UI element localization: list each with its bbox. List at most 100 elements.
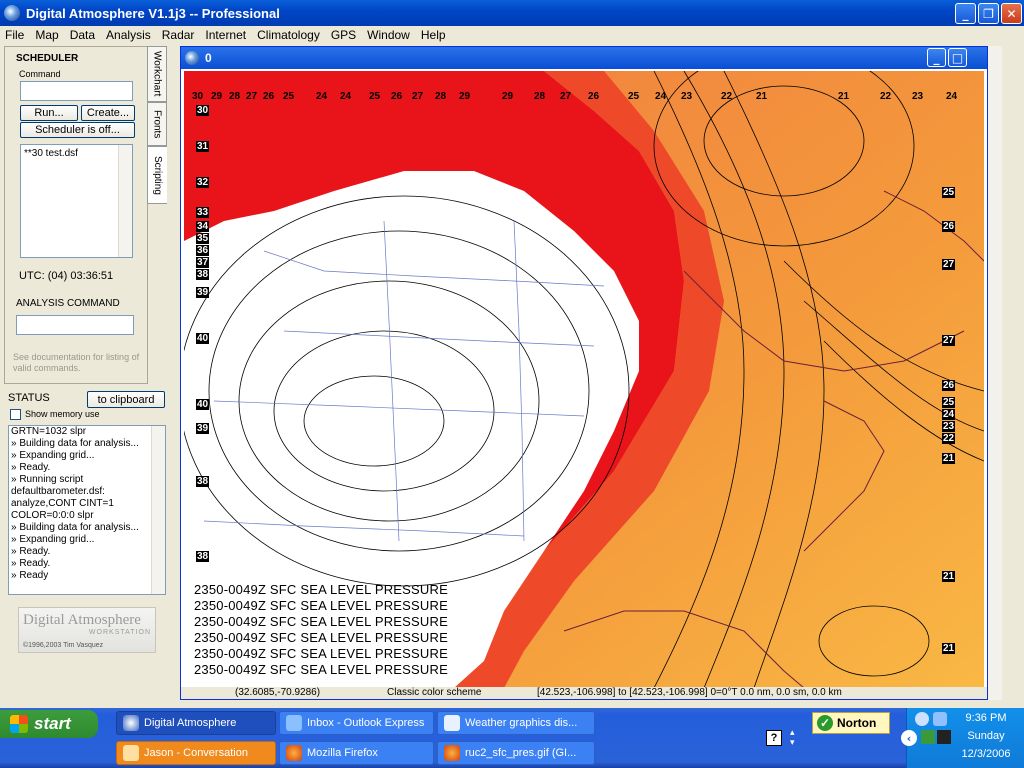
task-weather-graphics[interactable]: Weather graphics dis... <box>437 711 595 735</box>
contour-label: 29 <box>459 91 471 102</box>
analysis-header: ANALYSIS COMMAND <box>16 298 120 309</box>
contour-label: 25 <box>942 187 956 198</box>
contour-label: 24 <box>340 91 352 102</box>
help-icon[interactable]: ? <box>766 730 782 746</box>
copy-to-clipboard-button[interactable]: to clipboard <box>87 391 165 408</box>
contour-label: 38 <box>196 269 210 280</box>
network-icon[interactable] <box>915 712 929 726</box>
contour-label: 35 <box>196 233 210 244</box>
log-line: GRTN=1032 slpr <box>11 426 87 437</box>
map-window: 0 _ □ 30 29 28 27 26 25 24 24 25 26 27 2… <box>180 46 988 700</box>
minimize-button[interactable]: _ <box>955 3 976 24</box>
script-list[interactable]: **30 test.dsf <box>20 144 133 258</box>
people-icon[interactable] <box>933 712 947 726</box>
create-button[interactable]: Create... <box>81 105 135 121</box>
contour-label: 26 <box>391 91 403 102</box>
weather-map[interactable]: 30 29 28 27 26 25 24 24 25 26 27 28 29 2… <box>184 71 984 688</box>
contour-label: 25 <box>283 91 295 102</box>
task-jason-conversation[interactable]: Jason - Conversation <box>116 741 276 765</box>
log-line: » Building data for analysis... <box>11 522 139 533</box>
show-memory-label: Show memory use <box>25 409 100 419</box>
color-scheme: Classic color scheme <box>387 687 482 698</box>
logo-name: Digital Atmosphere <box>23 612 141 628</box>
contour-label: 25 <box>942 397 956 408</box>
contour-label: 28 <box>534 91 546 102</box>
windows-taskbar: start Digital Atmosphere Inbox - Outlook… <box>0 708 1024 768</box>
contour-label: 30 <box>196 105 210 116</box>
show-memory-checkbox[interactable] <box>10 409 21 420</box>
contour-label: 23 <box>942 421 956 432</box>
contour-label: 34 <box>196 221 210 232</box>
run-button[interactable]: Run... <box>20 105 78 121</box>
norton-tray-button[interactable]: ✓ Norton <box>812 712 890 734</box>
restore-button[interactable]: ❐ <box>978 3 999 24</box>
contour-label: 40 <box>196 399 210 410</box>
map-title-line: 2350-0049Z SFC SEA LEVEL PRESSURE <box>194 646 448 661</box>
contour-label: 27 <box>942 335 956 346</box>
contour-label: 27 <box>942 259 956 270</box>
tab-fronts[interactable]: Fronts <box>147 102 167 146</box>
menu-data[interactable]: Data <box>65 28 101 42</box>
start-button[interactable]: start <box>0 710 98 738</box>
windows-flag-icon <box>10 715 28 733</box>
menu-window[interactable]: Window <box>362 28 416 42</box>
system-tray: ‹ 9:36 PM Sunday 12/3/2006 <box>901 708 1024 768</box>
status-log[interactable]: GRTN=1032 slpr » Building data for analy… <box>8 425 166 595</box>
log-line: analyze,CONT CINT=1 <box>11 498 114 509</box>
task-mozilla-firefox[interactable]: Mozilla Firefox <box>279 741 434 765</box>
contour-label: 27 <box>412 91 424 102</box>
contour-label: 39 <box>196 287 210 298</box>
tab-scripting[interactable]: Scripting <box>147 146 167 204</box>
contour-label: 26 <box>942 380 956 391</box>
contour-label: 32 <box>196 177 210 188</box>
map-title-line: 2350-0049Z SFC SEA LEVEL PRESSURE <box>194 614 448 629</box>
close-button[interactable]: ✕ <box>1001 3 1022 24</box>
task-ruc2-gif[interactable]: ruc2_sfc_pres.gif (GI... <box>437 741 595 765</box>
measure-info: [42.523,-106.998] to [42.523,-106.998] 0… <box>537 687 842 698</box>
contour-label: 26 <box>263 91 275 102</box>
menu-analysis[interactable]: Analysis <box>101 28 157 42</box>
task-digital-atmosphere[interactable]: Digital Atmosphere <box>116 711 276 735</box>
menu-help[interactable]: Help <box>416 28 452 42</box>
map-minimize-button[interactable]: _ <box>927 48 946 67</box>
log-line: » Ready. <box>11 546 51 557</box>
clock-date: 12/3/2006 <box>961 748 1011 760</box>
menu-bar: File Map Data Analysis Radar Internet Cl… <box>0 26 1024 44</box>
contour-label: 21 <box>942 571 956 582</box>
start-label: start <box>34 714 71 733</box>
clock-time[interactable]: 9:36 PM <box>947 712 1024 724</box>
contour-label: 21 <box>942 643 956 654</box>
analysis-command-input[interactable] <box>16 315 134 335</box>
menu-internet[interactable]: Internet <box>200 28 252 42</box>
menu-gps[interactable]: GPS <box>326 28 362 42</box>
map-maximize-button[interactable]: □ <box>948 48 967 67</box>
tab-workchart[interactable]: Workchart <box>147 46 167 102</box>
analysis-hint: See documentation for listing of valid c… <box>13 352 140 373</box>
taskbar-scroll-arrows-icon[interactable]: ▴ ▾ <box>790 728 795 748</box>
menu-climatology[interactable]: Climatology <box>252 28 326 42</box>
scheduler-toggle-button[interactable]: Scheduler is off... <box>20 122 135 138</box>
cursor-coordinates: (32.6085,-70.9286) <box>235 687 321 698</box>
menu-file[interactable]: File <box>0 28 30 42</box>
monitor-icon[interactable] <box>921 730 935 744</box>
contour-label: 29 <box>502 91 514 102</box>
log-line: » Expanding grid... <box>11 450 95 461</box>
contour-label: 28 <box>435 91 447 102</box>
command-input[interactable] <box>20 81 133 101</box>
status-log-scrollbar[interactable] <box>151 426 165 594</box>
contour-label: 27 <box>560 91 572 102</box>
main-vertical-scrollbar[interactable] <box>988 46 1002 700</box>
utc-clock: UTC: (04) 03:36:51 <box>19 270 114 282</box>
logo-copyright: ©1996,2003 Tim Vasquez <box>23 642 104 649</box>
app-globe-icon <box>4 5 20 21</box>
vertical-tabs: Workchart Fronts Scripting <box>147 46 169 216</box>
show-hidden-icons-button[interactable]: ‹ <box>901 730 917 746</box>
task-outlook-express[interactable]: Inbox - Outlook Express <box>279 711 434 735</box>
window-title: Digital Atmosphere V1.1j3 -- Professiona… <box>26 5 280 21</box>
map-title-line: 2350-0049Z SFC SEA LEVEL PRESSURE <box>194 598 448 613</box>
script-list-scrollbar[interactable] <box>118 145 132 257</box>
list-item[interactable]: **30 test.dsf <box>21 145 132 162</box>
scheduler-header: SCHEDULER <box>16 53 79 64</box>
menu-radar[interactable]: Radar <box>157 28 201 42</box>
menu-map[interactable]: Map <box>30 28 64 42</box>
